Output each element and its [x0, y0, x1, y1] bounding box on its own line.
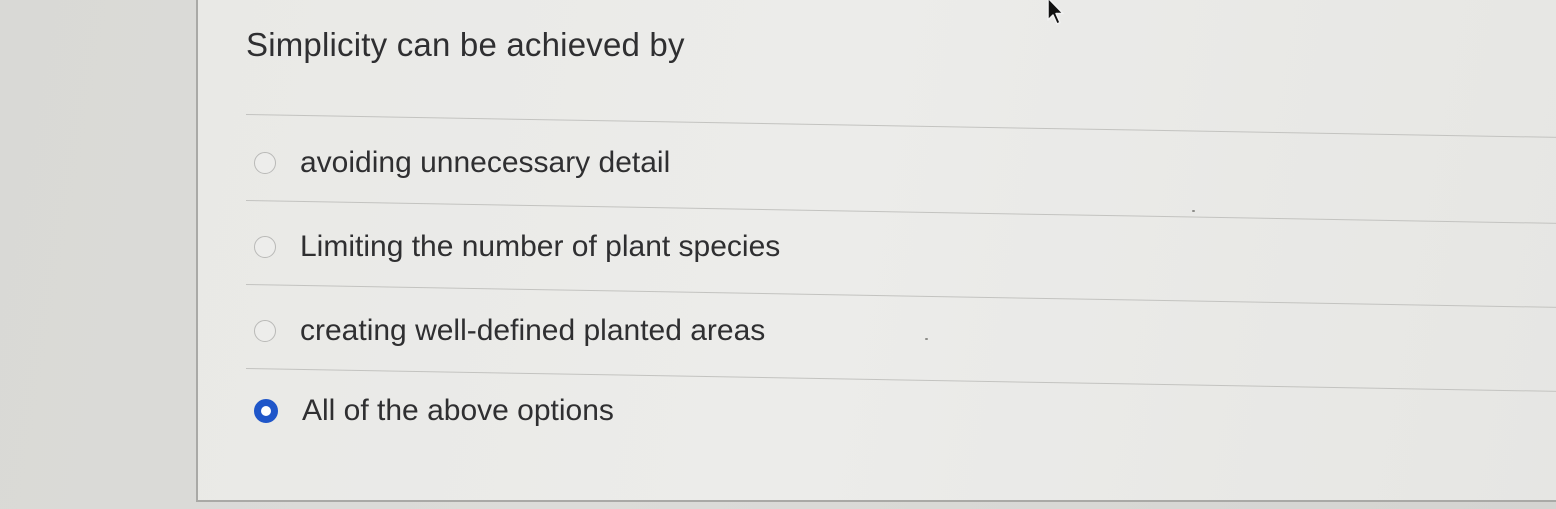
screen: { "question": { "text": "Simplicity can … — [0, 0, 1556, 509]
option-all-of-the-above[interactable]: All of the above options — [254, 394, 614, 428]
option-label[interactable]: Limiting the number of plant species — [300, 230, 780, 264]
option-label[interactable]: avoiding unnecessary detail — [300, 146, 670, 180]
option-limiting-species[interactable]: Limiting the number of plant species — [254, 230, 780, 264]
radio-button-selected[interactable] — [254, 399, 278, 423]
screen-speck — [1192, 210, 1195, 212]
question-card: Simplicity can be achieved by avoiding u… — [196, 0, 1556, 502]
divider — [245, 114, 1556, 139]
radio-button[interactable] — [254, 152, 276, 174]
divider — [245, 200, 1556, 225]
radio-button[interactable] — [254, 320, 276, 342]
option-label[interactable]: All of the above options — [302, 394, 614, 428]
divider — [245, 284, 1556, 309]
mouse-pointer-icon — [1047, 0, 1064, 25]
screen-speck — [925, 338, 928, 340]
radio-button[interactable] — [254, 236, 276, 258]
divider — [245, 368, 1556, 393]
question-text: Simplicity can be achieved by — [246, 26, 685, 63]
option-label[interactable]: creating well-defined planted areas — [300, 314, 765, 348]
option-well-defined-areas[interactable]: creating well-defined planted areas — [254, 314, 765, 348]
option-avoiding-detail[interactable]: avoiding unnecessary detail — [254, 146, 670, 180]
